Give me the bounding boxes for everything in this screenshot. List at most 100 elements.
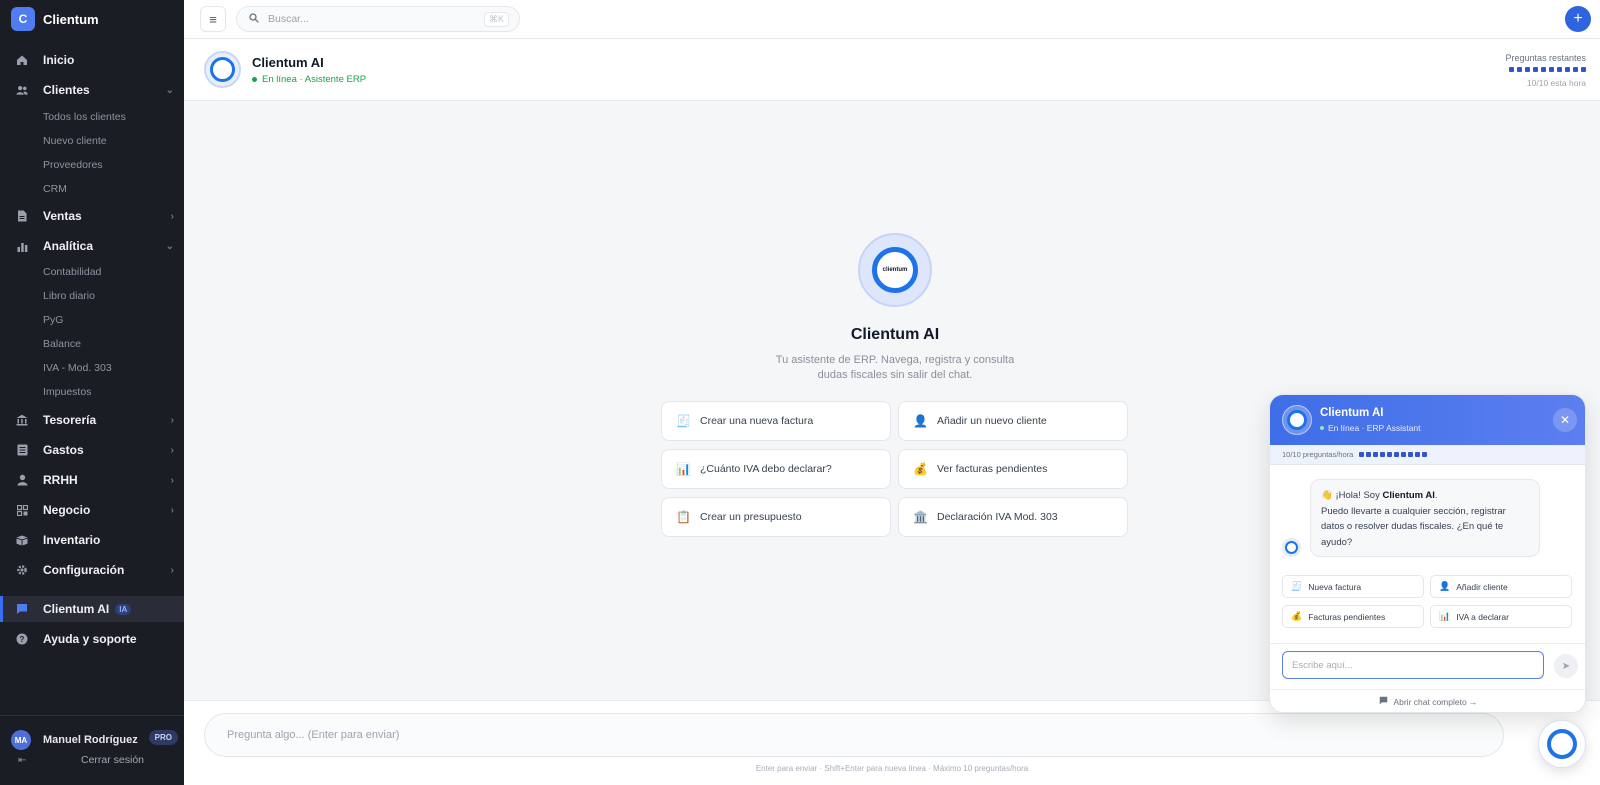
suggestion-label: Crear un presupuesto xyxy=(700,511,802,523)
sidebar-item-label: RRHH xyxy=(43,473,78,487)
sidebar-item-inicio[interactable]: Inicio xyxy=(0,47,184,73)
sidebar-subitem-proveedores[interactable]: Proveedores xyxy=(43,159,103,171)
chip-facturas-pendientes[interactable]: 💰 Facturas pendientes xyxy=(1282,605,1424,628)
sidebar-item-label: Ayuda y soporte xyxy=(43,632,137,646)
sidebar-item-ventas[interactable]: Ventas › xyxy=(0,203,184,229)
sidebar-item-clientum-ai[interactable]: Clientum AI IA xyxy=(0,596,184,622)
sidebar-item-label: Ventas xyxy=(43,209,82,223)
sidebar-subitem-libro-diario[interactable]: Libro diario xyxy=(43,290,95,302)
quota-square xyxy=(1541,67,1546,72)
suggestion-label: ¿Cuánto IVA debo declarar? xyxy=(700,463,832,475)
sidebar-subitem-todos-clientes[interactable]: Todos los clientes xyxy=(43,111,126,123)
sidebar-item-label: Clientum AI xyxy=(43,602,110,616)
sidebar-item-analitica[interactable]: Analítica ⌄ xyxy=(0,233,184,259)
suggestion-label: Declaración IVA Mod. 303 xyxy=(937,511,1058,523)
sidebar-subitem-contabilidad[interactable]: Contabilidad xyxy=(43,266,101,278)
widget-quota-text: 10/10 preguntas/hora xyxy=(1282,450,1354,459)
sidebar-subitem-nuevo-cliente[interactable]: Nuevo cliente xyxy=(43,135,107,147)
chevron-right-icon: › xyxy=(170,504,174,516)
person-icon xyxy=(16,474,28,486)
sidebar-item-label: Inicio xyxy=(43,53,75,67)
chat-header: Clientum AI En línea · Asistente ERP Pre… xyxy=(184,39,1600,101)
widget-input[interactable]: Escribe aquí... xyxy=(1282,651,1544,679)
users-icon xyxy=(16,84,28,96)
chip-iva-declarar[interactable]: 📊 IVA a declarar xyxy=(1430,605,1572,628)
menu-toggle-button[interactable]: ≡ xyxy=(200,6,226,32)
quota-square xyxy=(1380,452,1386,457)
quota-label: Preguntas restantes xyxy=(1505,53,1586,63)
sidebar-item-negocio[interactable]: Negocio › xyxy=(0,497,184,523)
sidebar-item-tesoreria[interactable]: Tesorería › xyxy=(0,407,184,433)
chevron-right-icon: › xyxy=(170,414,174,426)
quota-indicator xyxy=(1509,67,1586,72)
logout-label: Cerrar sesión xyxy=(81,754,145,766)
suggestion-presupuesto[interactable]: 📋 Crear un presupuesto xyxy=(661,497,891,537)
suggestion-nuevo-cliente[interactable]: 👤 Añadir un nuevo cliente xyxy=(898,401,1128,441)
avatar[interactable]: MA xyxy=(11,730,31,750)
suggestion-nueva-factura[interactable]: 🧾 Crear una nueva factura xyxy=(661,401,891,441)
sidebar-subitem-balance[interactable]: Balance xyxy=(43,338,81,350)
topbar: ≡ Buscar... ⌘K + xyxy=(184,0,1600,39)
chip-label: Facturas pendientes xyxy=(1308,611,1386,622)
suggestion-iva[interactable]: 📊 ¿Cuánto IVA debo declarar? xyxy=(661,449,891,489)
chip-nueva-factura[interactable]: 🧾 Nueva factura xyxy=(1282,575,1424,598)
plan-badge: PRO xyxy=(148,730,178,745)
clientum-logo-icon: clientum xyxy=(872,247,918,293)
sidebar-subitem-crm[interactable]: CRM xyxy=(43,183,67,195)
send-button[interactable]: ➤ xyxy=(1554,654,1578,678)
quota-square xyxy=(1359,452,1365,457)
quota-square xyxy=(1401,452,1407,457)
clientum-logo-icon xyxy=(210,57,235,82)
sidebar-item-inventario[interactable]: Inventario xyxy=(0,527,184,553)
widget-status: En línea · ERP Assistant xyxy=(1320,423,1420,433)
sidebar-item-clientes[interactable]: Clientes ⌄ xyxy=(0,77,184,103)
chip-label: Nueva factura xyxy=(1308,581,1362,592)
composer-hint: Enter para enviar · Shift+Enter para nue… xyxy=(755,764,1029,773)
invoice-icon: 🧾 xyxy=(676,414,691,428)
sidebar-item-ayuda[interactable]: ? Ayuda y soporte xyxy=(0,626,184,652)
hero-subtitle: Tu asistente de ERP. Navega, registra y … xyxy=(775,354,1015,381)
sidebar-item-configuracion[interactable]: Configuración › xyxy=(0,557,184,583)
sidebar-subitem-iva-303[interactable]: IVA - Mod. 303 xyxy=(43,362,112,374)
close-button[interactable]: ✕ xyxy=(1553,408,1577,432)
hamburger-icon: ≡ xyxy=(209,11,217,27)
sidebar-item-rrhh[interactable]: RRHH › xyxy=(0,467,184,493)
online-dot-icon xyxy=(1320,426,1324,430)
clientum-logo-icon xyxy=(1547,729,1577,759)
greeting-name: Clientum AI xyxy=(1382,490,1435,501)
quota-square xyxy=(1557,67,1562,72)
brand[interactable]: C Clientum xyxy=(11,7,99,31)
user-name[interactable]: Manuel Rodríguez xyxy=(43,734,138,746)
add-button[interactable]: + xyxy=(1565,6,1591,32)
chevron-right-icon: › xyxy=(170,210,174,222)
quota-square xyxy=(1581,67,1586,72)
suggestion-facturas-pendientes[interactable]: 💰 Ver facturas pendientes xyxy=(898,449,1128,489)
sidebar-subitem-pyg[interactable]: PyG xyxy=(43,314,63,326)
suggestion-label: Añadir un nuevo cliente xyxy=(937,415,1047,427)
chat-input[interactable]: Pregunta algo... (Enter para enviar) xyxy=(204,713,1504,757)
suggestion-mod-303[interactable]: 🏛️ Declaración IVA Mod. 303 xyxy=(898,497,1128,537)
sidebar-item-gastos[interactable]: Gastos › xyxy=(0,437,184,463)
send-icon: ➤ xyxy=(1561,660,1571,672)
open-full-chat-link[interactable]: Abrir chat completo → xyxy=(1270,689,1585,712)
online-dot-icon xyxy=(252,77,257,82)
sidebar-item-label: Inventario xyxy=(43,533,101,547)
chevron-right-icon: › xyxy=(170,474,174,486)
wave-icon: 👋 xyxy=(1321,490,1333,501)
chevron-down-icon: ⌄ xyxy=(165,84,174,96)
quota-square xyxy=(1525,67,1530,72)
widget-composer: Escribe aquí... ➤ xyxy=(1270,643,1585,689)
search-shortcut: ⌘K xyxy=(483,12,509,27)
sidebar-item-label: Clientes xyxy=(43,83,90,97)
quota-square xyxy=(1573,67,1578,72)
assistant-message: 👋 ¡Hola! Soy Clientum AI. Puedo llevarte… xyxy=(1310,479,1540,557)
sidebar-subitem-impuestos[interactable]: Impuestos xyxy=(43,386,91,398)
chip-anadir-cliente[interactable]: 👤 Añadir cliente xyxy=(1430,575,1572,598)
chat-icon xyxy=(16,603,28,615)
chat-fab-button[interactable] xyxy=(1538,720,1586,768)
quota-square xyxy=(1422,452,1428,457)
ia-badge: IA xyxy=(115,603,132,615)
suggestion-label: Crear una nueva factura xyxy=(700,415,814,427)
chart-icon: 📊 xyxy=(676,462,691,476)
search-input[interactable]: Buscar... ⌘K xyxy=(236,6,520,32)
